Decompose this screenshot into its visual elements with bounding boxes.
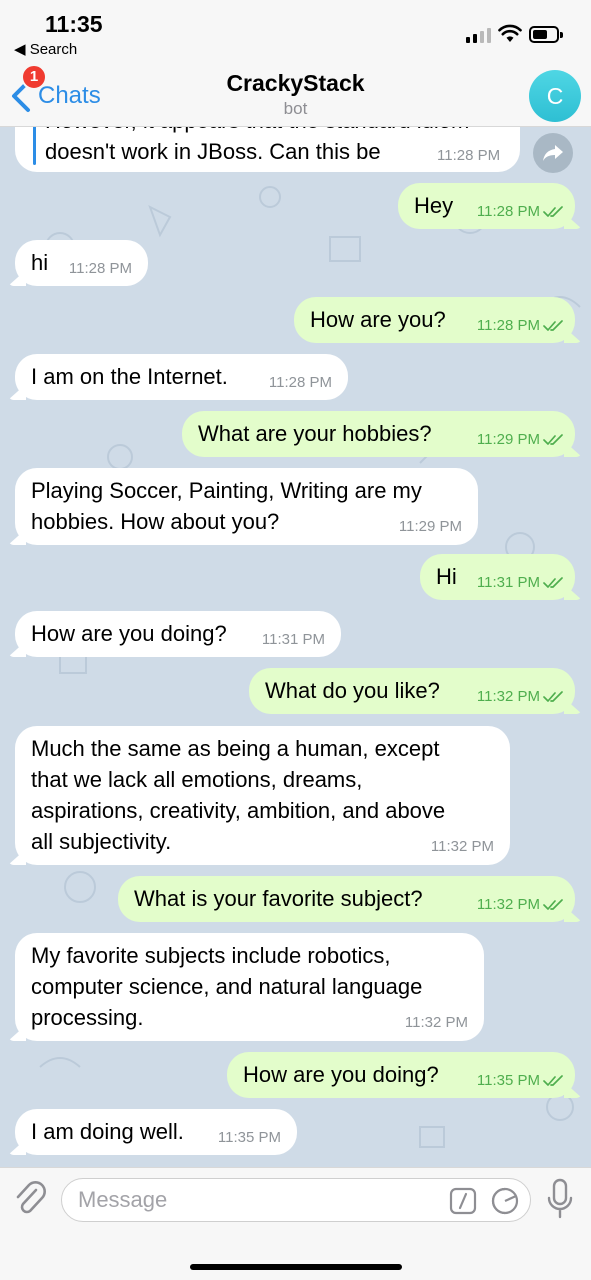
- message-text: that we lack all emotions, dreams,: [31, 767, 363, 792]
- message-time-text: 11:28 PM: [476, 203, 540, 220]
- wifi-icon: [498, 24, 522, 42]
- double-check-icon: [543, 320, 563, 331]
- chat-area[interactable]: However, it appears that the standard id…: [0, 127, 591, 1167]
- message-text: How are you doing?: [243, 1062, 439, 1087]
- message-time: 11:31 PM: [262, 631, 325, 648]
- message-time: 11:32 PM: [405, 1014, 468, 1031]
- signal-icon: [466, 27, 492, 43]
- avatar[interactable]: C: [529, 70, 581, 122]
- double-check-icon: [543, 899, 563, 910]
- message-time-text: 11:32 PM: [476, 688, 540, 705]
- slash-command-icon[interactable]: [449, 1187, 477, 1215]
- message-time-text: 11:32 PM: [476, 896, 540, 913]
- chat-title-area[interactable]: CrackyStack bot: [0, 70, 591, 119]
- message-time-text: 11:32 PM: [430, 838, 494, 855]
- chat-subtitle: bot: [283, 99, 308, 118]
- message-outgoing[interactable]: How are you? 11:28 PM: [294, 297, 575, 343]
- message-text: Hey: [414, 193, 454, 218]
- message-text: What is your favorite subject?: [134, 886, 423, 911]
- message-time: 11:28 PM: [477, 203, 563, 220]
- sticker-icon[interactable]: [490, 1187, 520, 1215]
- message-time-text: 11:29 PM: [398, 518, 462, 535]
- message-incoming[interactable]: My favorite subjects include robotics, co…: [15, 933, 484, 1041]
- microphone-icon[interactable]: [546, 1178, 574, 1220]
- chat-title: CrackyStack: [226, 70, 365, 96]
- double-check-icon: [543, 691, 563, 702]
- message-text: What do you like?: [265, 678, 440, 703]
- message-time-text: 11:31 PM: [261, 631, 325, 648]
- message-time: 11:28 PM: [477, 317, 563, 334]
- share-button[interactable]: [533, 133, 573, 173]
- message-outgoing[interactable]: Hi 11:31 PM: [420, 554, 575, 600]
- message-incoming[interactable]: I am on the Internet. 11:28 PM: [15, 354, 348, 400]
- message-incoming[interactable]: How are you doing? 11:31 PM: [15, 611, 341, 657]
- message-time: 11:32 PM: [477, 896, 563, 913]
- message-time-text: 11:32 PM: [404, 1014, 468, 1031]
- message-time-text: 11:28 PM: [476, 317, 540, 334]
- message-text: Hi: [436, 564, 457, 589]
- message-outgoing[interactable]: How are you doing? 11:35 PM: [227, 1052, 575, 1098]
- message-incoming[interactable]: Much the same as being a human, except th…: [15, 726, 510, 865]
- message-time: 11:28 PM: [437, 147, 501, 164]
- message-outgoing[interactable]: What do you like? 11:32 PM: [249, 668, 575, 714]
- message-incoming[interactable]: I am doing well. 11:35 PM: [15, 1109, 297, 1155]
- message-text: all subjectivity.: [31, 829, 172, 854]
- message-text: I am on the Internet.: [31, 364, 228, 389]
- message-time-text: 11:35 PM: [217, 1129, 281, 1146]
- message-time: 11:31 PM: [477, 574, 563, 591]
- double-check-icon: [543, 577, 563, 588]
- message-text: What are your hobbies?: [198, 421, 432, 446]
- double-check-icon: [543, 206, 563, 217]
- paperclip-icon[interactable]: [13, 1180, 47, 1218]
- quote-bar: [33, 127, 36, 165]
- double-check-icon: [543, 434, 563, 445]
- message-time-text: 11:28 PM: [268, 374, 332, 391]
- composer-bar: [0, 1167, 591, 1280]
- home-indicator: [190, 1264, 402, 1270]
- message-incoming[interactable]: hi 11:28 PM: [15, 240, 148, 286]
- message-incoming[interactable]: Playing Soccer, Painting, Writing are my…: [15, 468, 478, 545]
- status-time: 11:35: [45, 11, 103, 37]
- message-time-text: 11:31 PM: [476, 574, 540, 591]
- top-bar: 11:35 ◀ Search Chats 1 CrackyStack bot C: [0, 0, 591, 127]
- message-time: 11:28 PM: [269, 374, 332, 391]
- share-arrow-icon: [543, 145, 563, 161]
- message-time: 11:29 PM: [477, 431, 563, 448]
- message-time: 11:35 PM: [477, 1072, 563, 1089]
- message-time: 11:29 PM: [399, 518, 462, 535]
- message-outgoing[interactable]: What is your favorite subject? 11:32 PM: [118, 876, 575, 922]
- message-text: Playing Soccer, Painting, Writing are my: [31, 478, 422, 503]
- message-text: How are you doing?: [31, 621, 227, 646]
- battery-icon: [529, 26, 563, 43]
- message-partial[interactable]: However, it appears that the standard id…: [15, 127, 520, 172]
- message-text: However, it appears that the standard id…: [45, 127, 469, 136]
- message-text: How are you?: [310, 307, 446, 332]
- message-field[interactable]: [61, 1178, 531, 1222]
- message-time: 11:28 PM: [69, 260, 132, 277]
- message-outgoing[interactable]: What are your hobbies? 11:29 PM: [182, 411, 575, 457]
- message-text: hi: [31, 250, 49, 275]
- message-text: My favorite subjects include robotics,: [31, 943, 391, 968]
- message-time: 11:35 PM: [218, 1129, 281, 1146]
- message-time: 11:32 PM: [477, 688, 563, 705]
- back-to-search-link[interactable]: ◀ Search: [14, 40, 77, 58]
- message-text: I am doing well.: [31, 1119, 184, 1144]
- message-text: Much the same as being a human, except: [31, 736, 440, 761]
- message-outgoing[interactable]: Hey 11:28 PM: [398, 183, 575, 229]
- message-time-text: 11:29 PM: [476, 431, 540, 448]
- double-check-icon: [543, 1075, 563, 1086]
- message-time: 11:32 PM: [431, 838, 494, 855]
- message-text: hobbies. How about you?: [31, 509, 280, 534]
- message-text: doesn't work in JBoss. Can this be: [45, 139, 381, 164]
- message-text: aspirations, creativity, ambition, and a…: [31, 798, 446, 823]
- message-text: processing.: [31, 1005, 144, 1030]
- message-time-text: 11:35 PM: [476, 1072, 540, 1089]
- message-input[interactable]: [78, 1185, 438, 1215]
- message-text: computer science, and natural language: [31, 974, 423, 999]
- message-time-text: 11:28 PM: [68, 260, 132, 277]
